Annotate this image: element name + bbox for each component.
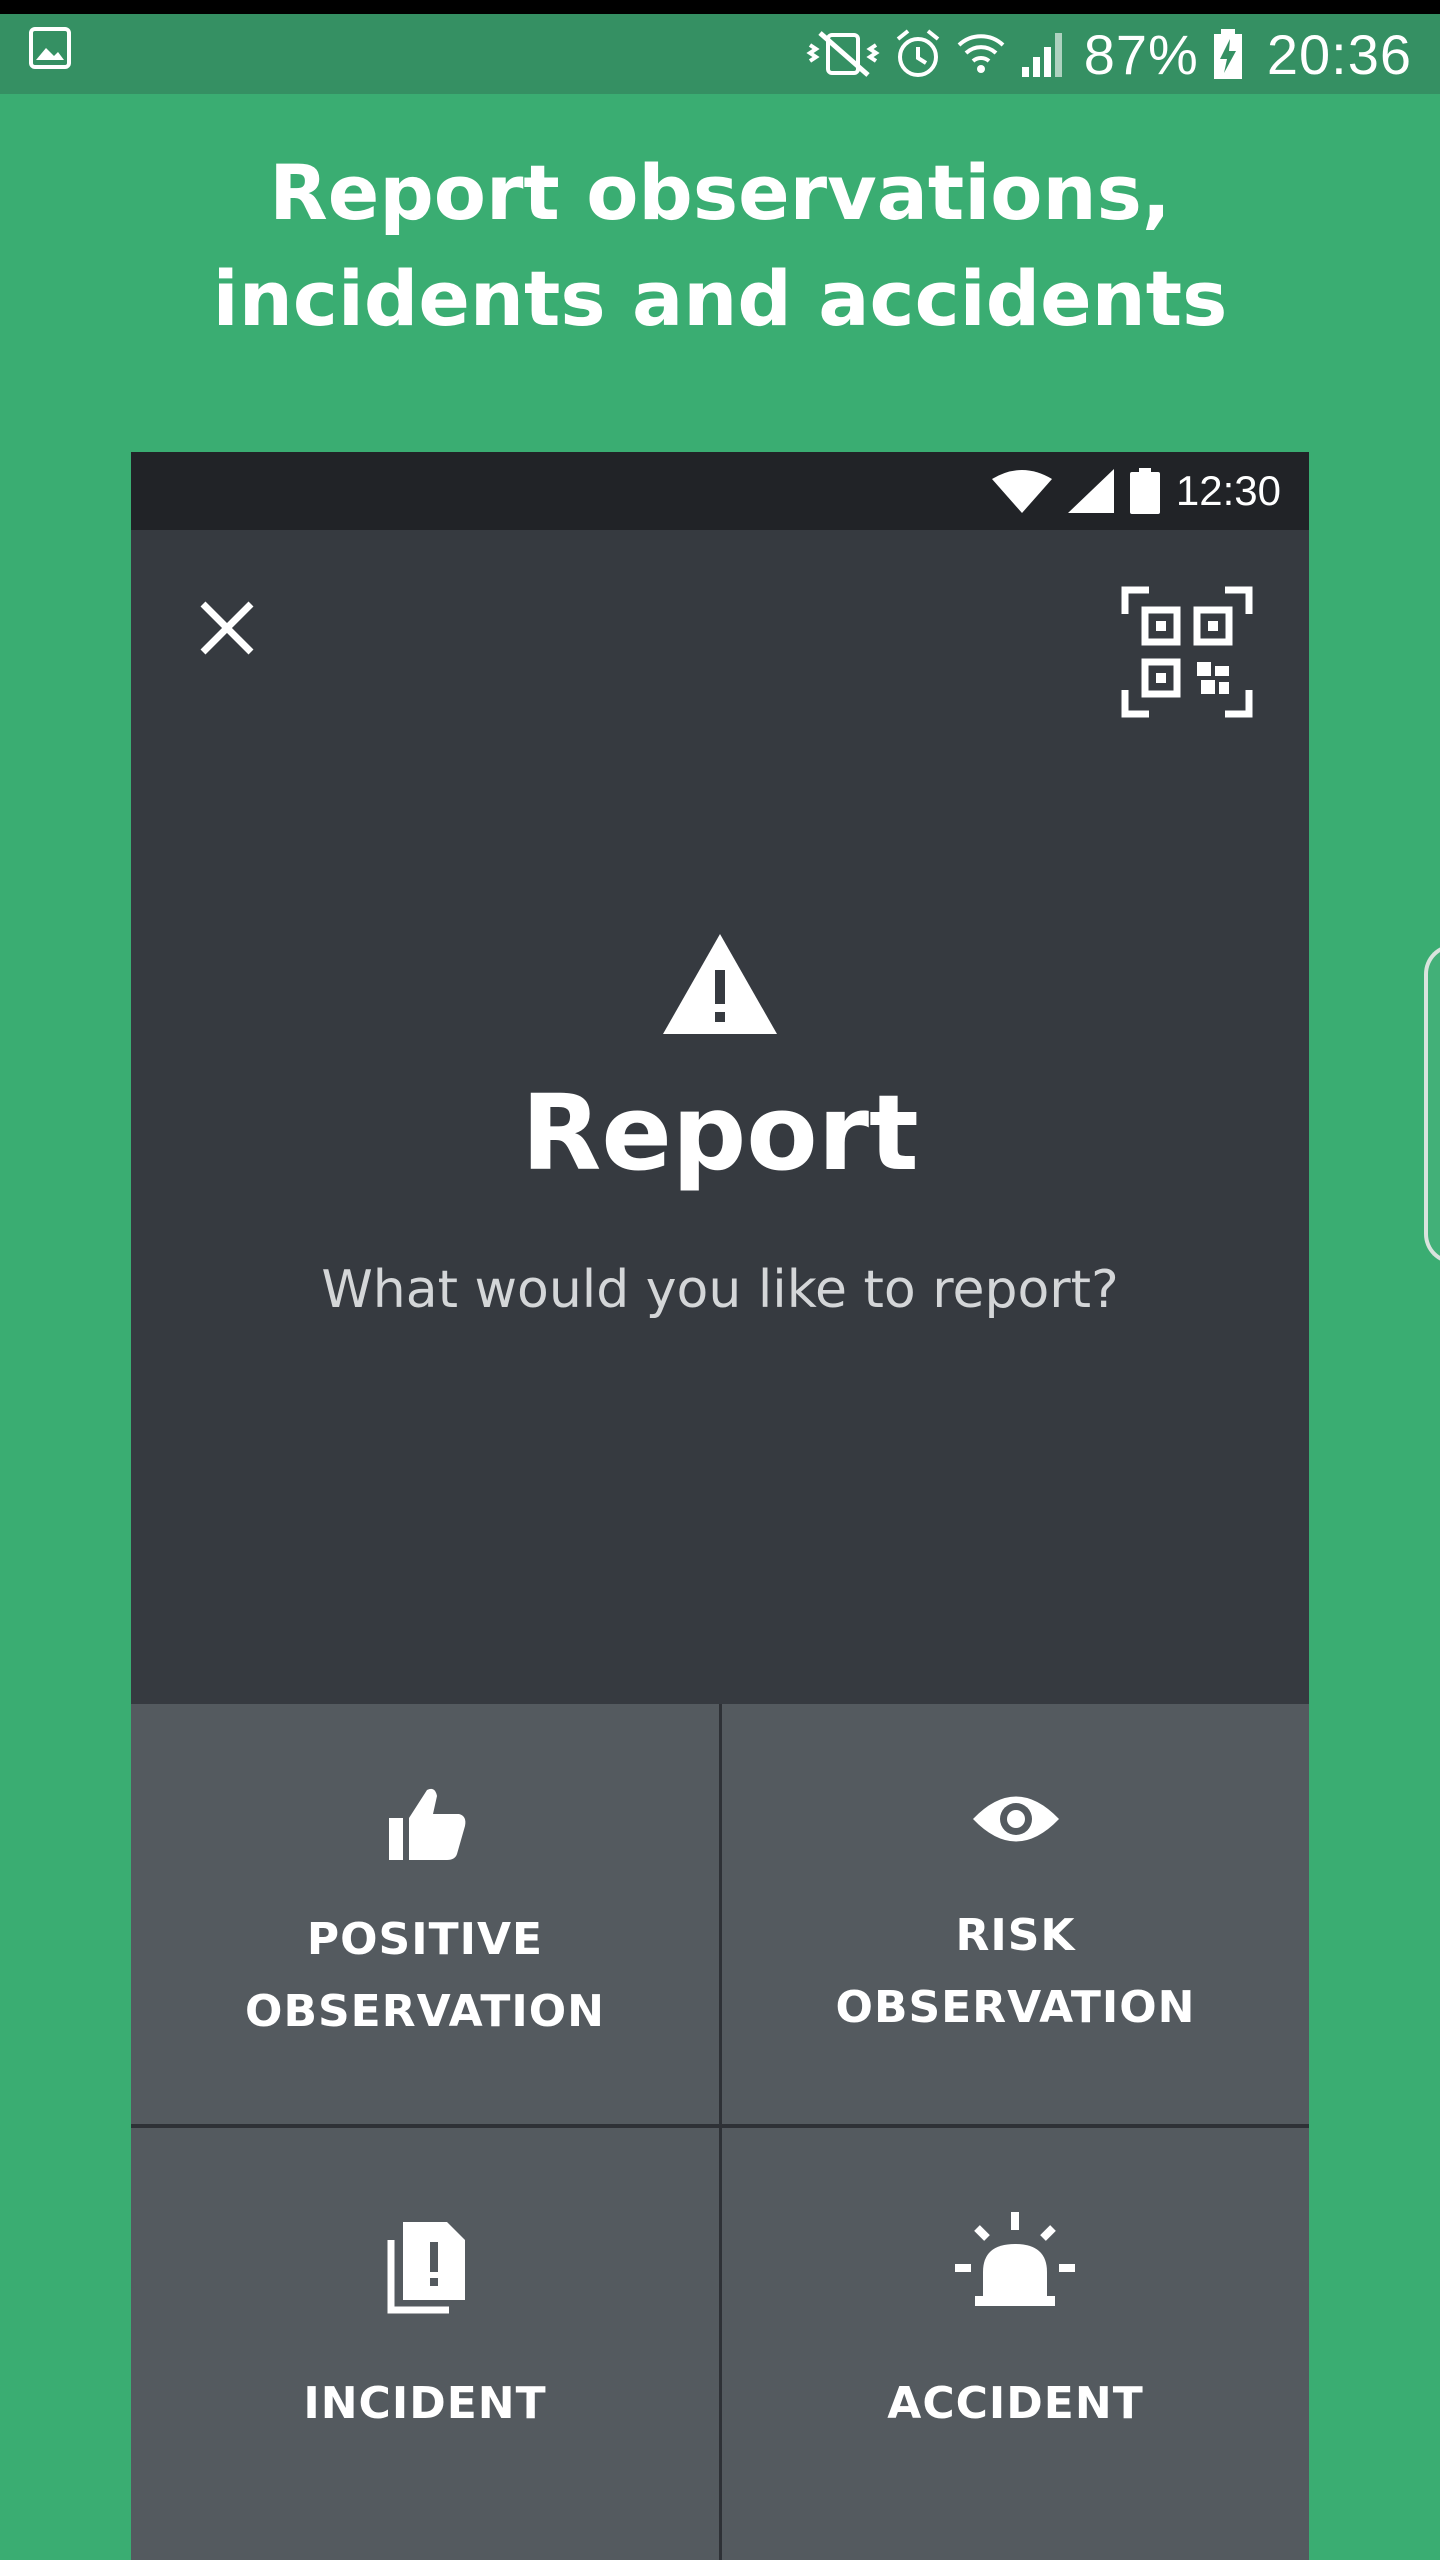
positive-observation-label-1: POSITIVE (306, 1914, 544, 1965)
top-edge (0, 0, 1440, 14)
accident-button[interactable]: ACCIDENT (722, 2128, 1309, 2560)
incident-button[interactable]: INCIDENT (131, 2128, 719, 2560)
accident-label: ACCIDENT (887, 2378, 1144, 2429)
vibrate-mute-icon (806, 31, 880, 77)
risk-observation-label-2: OBSERVATION (835, 1982, 1196, 2033)
close-icon[interactable] (191, 592, 263, 664)
mockup-battery-icon (1129, 468, 1160, 514)
phone-mockup: 12:30 Report What would you like to repo… (131, 452, 1309, 2560)
signal-icon (1021, 33, 1062, 77)
mockup-wifi-icon (991, 470, 1052, 513)
mockup-signal-icon (1067, 469, 1114, 513)
battery-percent: 87% (1083, 22, 1199, 86)
risk-observation-label-1: RISK (955, 1910, 1076, 1961)
report-options-grid: POSITIVE OBSERVATION RISK OBSERVATION IN… (131, 1704, 1309, 2560)
edge-panel-handle[interactable] (1424, 944, 1440, 1264)
alarm-icon (896, 29, 940, 77)
risk-observation-button[interactable]: RISK OBSERVATION (722, 1704, 1309, 2124)
page-headline: Report observations, incidents and accid… (0, 140, 1440, 352)
mockup-status-time: 12:30 (1175, 467, 1281, 514)
thumbs-up-icon (389, 1788, 466, 1860)
report-title: Report (521, 1072, 919, 1194)
gallery-icon (29, 27, 71, 69)
mockup-status-bar: 12:30 (131, 452, 1309, 530)
positive-observation-button[interactable]: POSITIVE OBSERVATION (131, 1704, 719, 2124)
eye-icon (973, 1796, 1059, 1842)
battery-charging-icon (1213, 29, 1242, 79)
positive-observation-label-2: OBSERVATION (245, 1986, 605, 2037)
headline-line-2: incidents and accidents (212, 254, 1228, 343)
incident-label: INCIDENT (303, 2378, 547, 2429)
headline-line-1: Report observations, (269, 148, 1171, 237)
incident-document-icon (387, 2222, 465, 2314)
report-subtitle: What would you like to report? (321, 1260, 1119, 1320)
status-time: 20:36 (1266, 22, 1412, 86)
warning-icon (663, 934, 777, 1034)
siren-icon (955, 2212, 1075, 2306)
wifi-icon (957, 34, 1005, 73)
status-bar: 87% 20:36 (0, 14, 1440, 94)
qr-scan-icon[interactable] (1121, 586, 1253, 718)
